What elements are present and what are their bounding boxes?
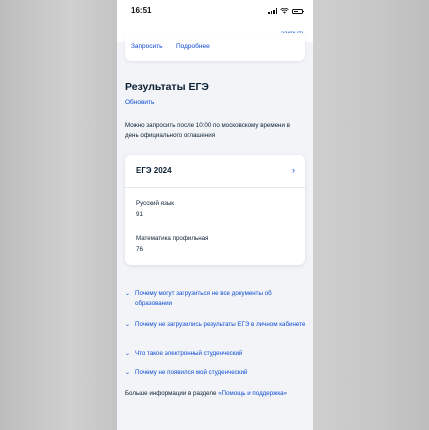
chevron-down-icon: ⌄: [125, 351, 131, 357]
more-info-text: Больше информации в разделе: [125, 390, 219, 397]
divider: [125, 187, 305, 188]
signal-icon: [268, 8, 277, 14]
status-bar: 16:51: [117, 0, 313, 22]
wifi-icon: [280, 8, 289, 14]
subject-name: Математика профильная: [136, 235, 209, 242]
chevron-right-icon[interactable]: ›: [292, 165, 295, 175]
faq-item[interactable]: ⌄ Что такое электронный студенческий: [125, 349, 305, 359]
background-left: [0, 0, 117, 430]
chevron-down-icon: ⌄: [125, 322, 131, 328]
faq-item[interactable]: ⌄ Почему не загрузились результаты ЕГЭ в…: [125, 320, 305, 340]
battery-icon: [292, 8, 304, 14]
previous-card: Запросить Подробнее: [125, 33, 305, 61]
details-link[interactable]: Подробнее: [176, 43, 210, 50]
faq-item[interactable]: ⌄ Почему не появился мой студенческий: [125, 368, 305, 378]
ege-card-title: ЕГЭ 2024: [136, 166, 172, 175]
faq-item-label: Почему могут загрузиться не все документ…: [135, 290, 272, 307]
subject-name: Русский язык: [136, 200, 175, 207]
subject-score: 91: [136, 211, 143, 218]
more-info: Больше информации в разделе «Помощь и по…: [125, 389, 301, 399]
chevron-down-icon: ⌄: [125, 291, 131, 297]
ege-card[interactable]: ЕГЭ 2024 › Русский язык 91 Математика пр…: [125, 155, 305, 265]
refresh-link[interactable]: Обновить: [125, 99, 154, 106]
help-support-link[interactable]: «Помощь и поддержка»: [218, 390, 287, 397]
faq-item-label: Что такое электронный студенческий: [135, 350, 243, 357]
subject-score: 76: [136, 246, 143, 253]
status-time: 16:51: [131, 6, 152, 15]
phone-screen: 16:51 закрыть Запросить Подробнее Резуль…: [117, 0, 313, 430]
chevron-down-icon: ⌄: [125, 370, 131, 376]
faq-item-label: Почему не загрузились результаты ЕГЭ в л…: [135, 321, 306, 328]
section-title: Результаты ЕГЭ: [125, 81, 209, 93]
faq-item-label: Почему не появился мой студенческий: [135, 369, 248, 376]
background-right: [313, 0, 429, 430]
request-link[interactable]: Запросить: [131, 43, 163, 50]
system-icons: [268, 8, 304, 14]
faq-item[interactable]: ⌄ Почему могут загрузиться не все докуме…: [125, 289, 305, 309]
hint-text: Можно запросить после 10:00 по московско…: [125, 122, 290, 139]
